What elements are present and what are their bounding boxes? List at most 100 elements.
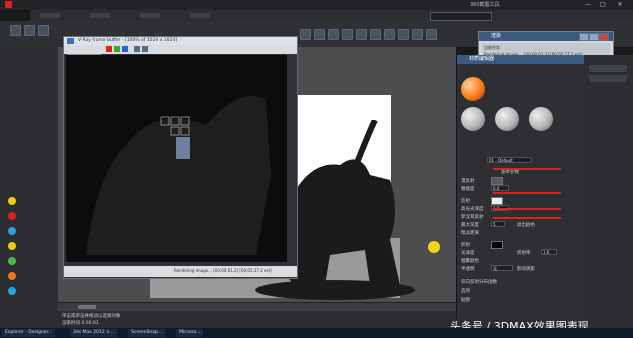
render-dialog-maximize-button[interactable] xyxy=(589,33,599,41)
render-dialog-minimize-button[interactable] xyxy=(579,33,589,41)
maps-label: 贴图 xyxy=(461,298,470,303)
menu-item[interactable] xyxy=(190,13,210,18)
cursor-highlight-icon xyxy=(428,241,440,253)
diffuse-label: 漫反射 xyxy=(461,179,475,184)
render-dialog-titlebar: 渲染 xyxy=(479,32,613,41)
fog-color-label: 烟雾颜色 xyxy=(461,259,479,264)
command-panel-tab[interactable] xyxy=(589,75,627,82)
toolbar-icon[interactable] xyxy=(342,29,353,40)
menu-item[interactable] xyxy=(140,13,160,18)
toolbar-icon[interactable] xyxy=(426,29,437,40)
vfb-statusbar: Rendering image... [00:00:01.2] [00:05:1… xyxy=(64,266,297,277)
material-sphere[interactable] xyxy=(461,107,485,131)
toolbar-icon[interactable] xyxy=(356,29,367,40)
roughness-spinner[interactable]: 0.0 xyxy=(491,185,509,191)
task-label: 当前任务 xyxy=(484,45,500,50)
command-panel xyxy=(584,55,633,319)
fresnel-label: 菲涅耳反射 xyxy=(461,215,484,220)
max-depth-spinner[interactable]: 5 xyxy=(491,221,505,227)
blue-channel-icon[interactable] xyxy=(122,46,128,52)
gear-icon[interactable] xyxy=(8,272,16,280)
clear-image-icon[interactable] xyxy=(142,46,148,52)
move-tool-icon[interactable] xyxy=(24,25,35,36)
os-taskbar: Explorer - Designer... 3ds Max 2012 ×...… xyxy=(0,328,633,338)
time-slider-handle[interactable] xyxy=(78,305,96,309)
close-button[interactable]: ✕ xyxy=(614,1,626,8)
green-channel-icon[interactable] xyxy=(114,46,120,52)
vfb-titlebar: V-Ray frame buffer - [100% of 1024 x 102… xyxy=(64,37,297,45)
stop-icon[interactable] xyxy=(8,212,16,220)
status-render-time: 渲染时间 0:00:01 xyxy=(62,321,99,326)
material-sphere-active[interactable] xyxy=(461,77,485,101)
translucency-label: 半透明 xyxy=(461,267,475,272)
camera-icon[interactable] xyxy=(8,287,16,295)
annotation-line xyxy=(493,168,561,170)
ior-label: 折射率 xyxy=(517,251,531,256)
save-image-icon[interactable] xyxy=(134,46,140,52)
taskbar-item[interactable]: 3ds Max 2012 ×... xyxy=(70,329,118,337)
toolbar-icon[interactable] xyxy=(314,29,325,40)
sphere-icon[interactable] xyxy=(8,227,16,235)
reflect-label: 反射 xyxy=(461,199,470,204)
vfb-status-text: Rendering image... [00:00:01.2] [00:05:1… xyxy=(174,268,272,273)
glossiness-label: 光泽度 xyxy=(461,251,475,256)
material-sphere[interactable] xyxy=(529,107,553,131)
render-buckets xyxy=(86,95,271,255)
toolbar-icon[interactable] xyxy=(300,29,311,40)
minimize-button[interactable]: — xyxy=(582,1,594,8)
search-input[interactable] xyxy=(430,12,492,21)
ior-spinner[interactable]: 1.6 xyxy=(541,249,557,255)
toolbar-icon[interactable] xyxy=(328,29,339,40)
hilight-label: 高光光泽度 xyxy=(461,207,484,212)
menu-item[interactable] xyxy=(40,13,60,18)
vfb-render-area xyxy=(66,55,287,262)
material-editor-panel: 材质编辑器 01 - Default 基本参数 漫反射 粗糙度 0.0 反射 高… xyxy=(456,55,585,319)
app-logo-icon xyxy=(5,1,12,8)
material-editor-title: 材质编辑器 xyxy=(469,56,495,62)
menu-item[interactable] xyxy=(90,13,110,18)
affect-shadows-label: 影响阴影 xyxy=(517,267,535,272)
left-tool-panel xyxy=(0,47,59,317)
helper-icon[interactable] xyxy=(8,257,16,265)
material-editor-titlebar: 材质编辑器 xyxy=(457,55,585,64)
max-depth-label: 最大深度 xyxy=(461,223,479,228)
menu-bar xyxy=(30,10,633,21)
render-dialog-close-button[interactable] xyxy=(599,33,609,41)
annotation-line xyxy=(493,217,561,219)
toolbar-icon[interactable] xyxy=(370,29,381,40)
light-icon[interactable] xyxy=(8,197,16,205)
roughness-label: 粗糙度 xyxy=(461,187,475,192)
render-dialog-title: 渲染 xyxy=(491,33,502,39)
vray-frame-buffer-window: V-Ray frame buffer - [100% of 1024 x 102… xyxy=(63,36,298,279)
taskbar-item[interactable]: ScreenSnap... xyxy=(128,329,166,337)
vfb-title: V-Ray frame buffer - [100% of 1024 x 102… xyxy=(78,38,178,43)
red-channel-icon[interactable] xyxy=(106,46,112,52)
exit-color-label: 退出颜色 xyxy=(517,223,535,228)
vray-logo-icon xyxy=(67,38,74,44)
select-tool-icon[interactable] xyxy=(10,25,21,36)
reflect-color-swatch[interactable] xyxy=(491,197,503,205)
status-prompt: 单击或单击并拖动以选择对象 xyxy=(62,314,121,319)
translucency-select[interactable]: 无 xyxy=(491,265,513,271)
maximize-button[interactable]: □ xyxy=(597,1,609,8)
material-name-field[interactable]: 01 - Default xyxy=(487,157,531,163)
refract-color-swatch[interactable] xyxy=(491,241,503,249)
light-icon[interactable] xyxy=(8,242,16,250)
diffuse-color-swatch[interactable] xyxy=(491,177,503,185)
toolbar-icon[interactable] xyxy=(412,29,423,40)
options-label: 选项 xyxy=(461,289,470,294)
command-panel-tab[interactable] xyxy=(589,65,627,72)
toolbar-icon[interactable] xyxy=(384,29,395,40)
rotate-tool-icon[interactable] xyxy=(38,25,49,36)
annotation-line xyxy=(493,208,561,210)
app-title: 360截图工具 xyxy=(470,2,500,8)
vfb-toolbar: RGB color xyxy=(64,45,297,60)
material-sphere[interactable] xyxy=(495,107,519,131)
taskbar-item[interactable]: Explorer - Designer... xyxy=(2,329,56,337)
taskbar-item[interactable]: Microso... xyxy=(176,329,204,337)
refract-label: 折射 xyxy=(461,243,470,248)
brdf-label: 双向反射分布函数 xyxy=(461,280,497,285)
annotation-line xyxy=(493,192,561,194)
toolbar-icon[interactable] xyxy=(398,29,409,40)
dim-distance-label: 暗淡距离 xyxy=(461,231,479,236)
